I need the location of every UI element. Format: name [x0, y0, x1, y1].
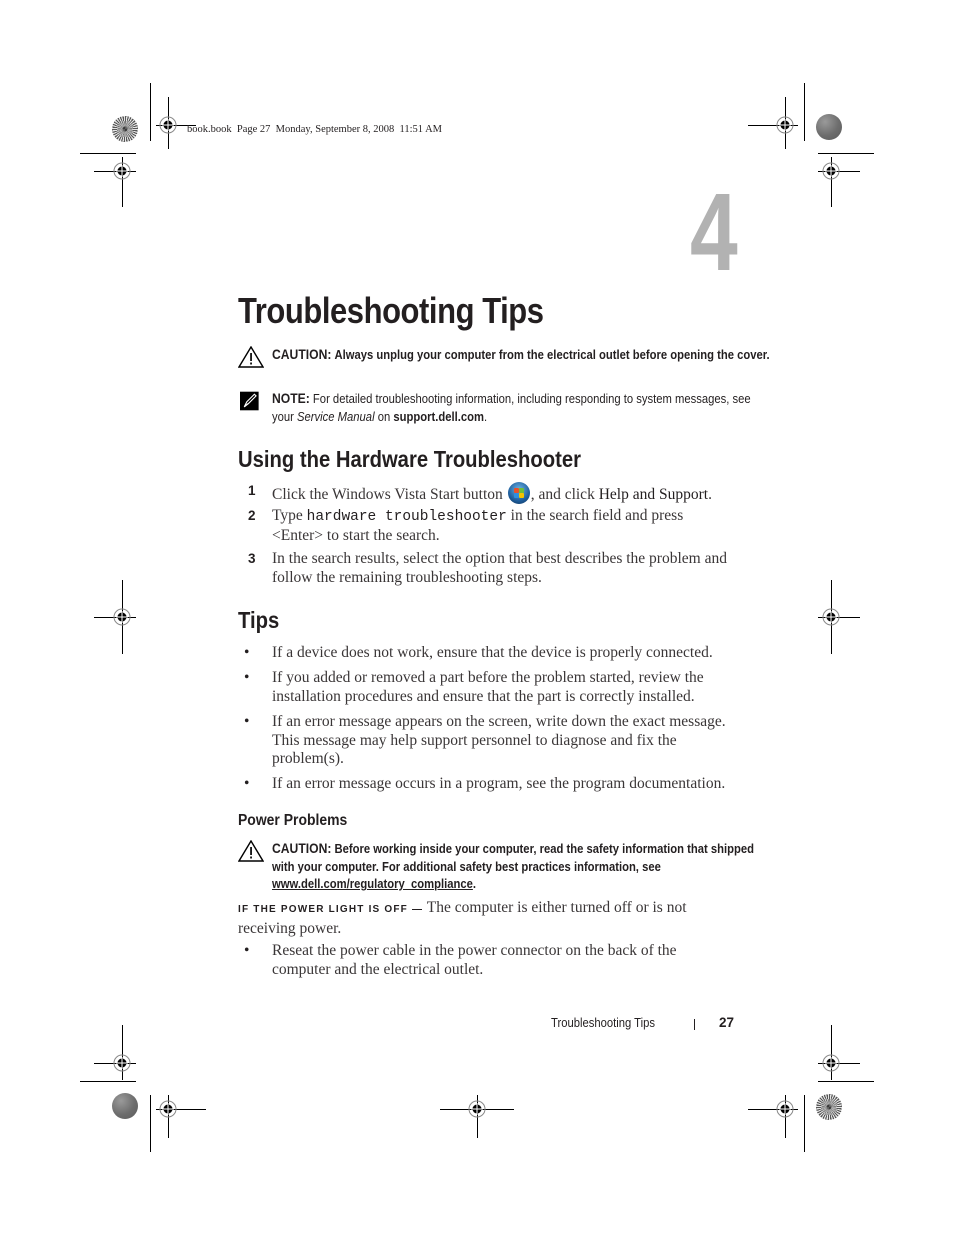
caution-label: CAUTION: — [272, 841, 332, 856]
print-slug: book.book Page 27 Monday, September 8, 2… — [187, 124, 442, 135]
bullet-icon: • — [244, 775, 250, 792]
list-item-text: If an error message occurs in a program,… — [272, 775, 726, 792]
step-number: 1 — [248, 483, 256, 498]
caution-notice: CAUTION: Always unplug your computer fro… — [238, 346, 770, 368]
bullet-icon: • — [244, 713, 250, 730]
step-text: , and click — [530, 486, 595, 503]
registration-disc-icon — [112, 116, 138, 142]
condition-label: If the power light is off — — [238, 904, 424, 915]
list-item-text: If a device does not work, ensure that t… — [272, 644, 713, 661]
registration-disc-icon — [816, 114, 842, 140]
page-number: 27 — [719, 1015, 735, 1030]
crop-mark — [818, 153, 874, 154]
power-light-off-paragraph: If the power light is off — The computer… — [238, 899, 738, 938]
step-number: 3 — [248, 551, 256, 566]
caution-notice: CAUTION: Before working inside your comp… — [238, 840, 754, 894]
help-and-support-label: Help and Support — [598, 486, 709, 503]
chapter-number: 4 — [690, 171, 738, 294]
bullet-icon: • — [244, 644, 250, 661]
list-item: • Reseat the power cable in the power co… — [244, 942, 738, 979]
warning-triangle-icon — [238, 346, 264, 368]
footer-section-title: Troubleshooting Tips — [551, 1016, 656, 1030]
windows-vista-start-icon — [507, 482, 530, 504]
support-site-link[interactable]: support.dell.com — [393, 410, 484, 424]
list-item-text: If you added or removed a part before th… — [272, 669, 704, 705]
step-item: 2 Type hardware troubleshooter in the se… — [248, 507, 738, 545]
step-item: 1 Click the Windows Vista Start button ,… — [248, 482, 738, 505]
list-item: • If a device does not work, ensure that… — [244, 644, 738, 663]
step-text: Click the Windows Vista Start button — [272, 486, 503, 503]
note-notice: NOTE: For detailed troubleshooting infor… — [238, 390, 751, 426]
registration-target-icon — [822, 608, 840, 626]
section-heading-hardware-troubleshooter: Using the Hardware Troubleshooter — [238, 446, 582, 472]
registration-target-icon — [776, 116, 794, 134]
registration-target-icon — [822, 1054, 840, 1072]
registration-target-icon — [159, 116, 177, 134]
crop-mark — [150, 1095, 151, 1152]
service-manual-title: Service Manual — [297, 409, 375, 424]
note-label: NOTE: — [272, 391, 310, 406]
step-text: In the search results, select the option… — [272, 550, 727, 586]
warning-triangle-icon — [238, 840, 264, 862]
caution-end: . — [472, 877, 477, 891]
step-end: . — [708, 486, 712, 503]
registration-target-icon — [159, 1100, 177, 1118]
bullet-icon: • — [244, 942, 250, 959]
bullet-icon: • — [244, 669, 250, 686]
registration-disc-icon — [816, 1094, 842, 1120]
caution-label: CAUTION: — [272, 347, 332, 362]
step-text: Type — [272, 507, 303, 524]
list-item: • If an error message occurs in a progra… — [244, 775, 738, 794]
list-item-text: If an error message appears on the scree… — [272, 713, 726, 767]
search-term-code: hardware troubleshooter — [306, 509, 507, 525]
registration-target-icon — [113, 162, 131, 180]
list-item: • If an error message appears on the scr… — [244, 713, 738, 769]
page-title: Troubleshooting Tips — [238, 290, 544, 331]
registration-target-icon — [776, 1100, 794, 1118]
registration-target-icon — [113, 608, 131, 626]
caution-text: Before working inside your computer, rea… — [272, 842, 754, 874]
crop-mark — [80, 1081, 136, 1082]
note-text-on: on — [377, 409, 391, 424]
crop-mark — [150, 83, 151, 141]
pencil-note-icon — [240, 391, 259, 411]
registration-disc-icon — [112, 1093, 138, 1119]
footer-divider — [694, 1019, 695, 1030]
subsection-heading-power-problems: Power Problems — [238, 812, 348, 829]
crop-mark — [804, 1095, 805, 1152]
note-end: . — [483, 409, 488, 424]
list-item: • If you added or removed a part before … — [244, 669, 738, 706]
list-item-text: Reseat the power cable in the power conn… — [272, 942, 677, 978]
regulatory-compliance-link[interactable]: www.dell.com/regulatory_compliance — [272, 877, 473, 891]
registration-target-icon — [822, 162, 840, 180]
caution-text: Always unplug your computer from the ele… — [334, 348, 770, 362]
step-number: 2 — [248, 508, 256, 523]
crop-mark — [818, 1081, 874, 1082]
section-heading-tips: Tips — [238, 607, 280, 633]
crop-mark — [804, 83, 805, 141]
step-item: 3 In the search results, select the opti… — [248, 550, 738, 587]
crop-mark — [80, 153, 136, 154]
registration-target-icon — [113, 1054, 131, 1072]
registration-target-icon — [468, 1100, 486, 1118]
